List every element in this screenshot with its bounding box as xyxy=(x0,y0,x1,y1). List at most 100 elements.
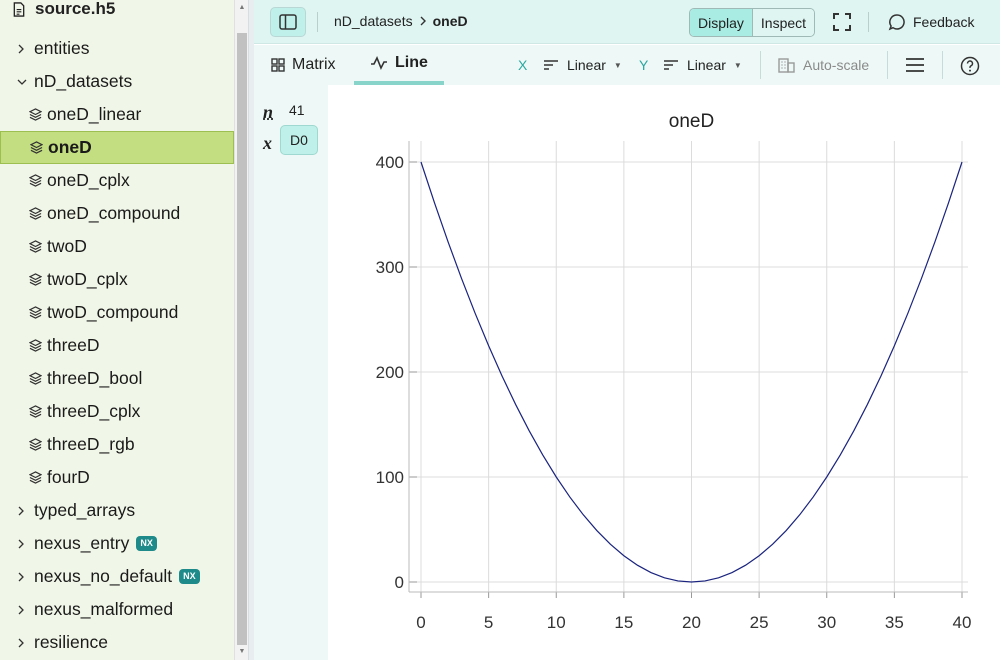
tree-dataset-item[interactable]: oneD_linear xyxy=(0,98,234,131)
x-tick-label: 30 xyxy=(817,613,836,632)
tree-item-label: nD_datasets xyxy=(34,71,133,91)
toolbar-divider xyxy=(887,51,888,79)
tree-dataset-item[interactable]: oneD xyxy=(0,131,234,164)
breadcrumb: nD_datasets oneD xyxy=(334,13,468,29)
tab-line-label: Line xyxy=(395,54,428,71)
line-plot[interactable]: 0 5 10 15 20 25 30 35 40 0 100 200 300 400 oneD xyxy=(328,85,1000,660)
nexus-badge: NX xyxy=(136,536,157,551)
menu-icon[interactable] xyxy=(905,56,925,74)
tree-dataset-item[interactable]: oneD_compound xyxy=(0,197,234,230)
x-tick-label: 25 xyxy=(750,613,769,632)
y-tick-label: 400 xyxy=(376,153,404,172)
nexus-badge: NX xyxy=(179,569,200,584)
tree-item-label: threeD_cplx xyxy=(47,401,141,421)
tree-item-label: twoD xyxy=(47,236,87,256)
y-scale-select[interactable]: Linear ▼ xyxy=(663,57,742,73)
tree-group-item[interactable]: nexus_entry NX xyxy=(0,527,234,560)
tab-line[interactable]: Line xyxy=(354,45,444,85)
building-icon xyxy=(778,58,795,73)
help-icon[interactable] xyxy=(960,56,980,76)
toolbar-divider xyxy=(942,51,943,79)
display-button[interactable]: Display xyxy=(690,9,753,36)
dataset-layers-icon xyxy=(29,438,42,451)
file-header[interactable]: source.h5 xyxy=(0,0,234,17)
tree-dataset-item[interactable]: threeD_rgb xyxy=(0,428,234,461)
chevron-right-icon xyxy=(17,539,29,549)
chart-svg[interactable]: 0 5 10 15 20 25 30 35 400100200300400oneD xyxy=(328,85,1000,660)
tree-item-label: oneD_cplx xyxy=(47,170,130,190)
y-tick-label: 100 xyxy=(376,468,404,487)
file-name: source.h5 xyxy=(35,0,116,18)
topbar-divider xyxy=(868,12,869,32)
tree-item-label: oneD_linear xyxy=(47,104,142,124)
tree-item-label: twoD_compound xyxy=(47,302,179,322)
tree-group-item[interactable]: nexus_no_default NX xyxy=(0,560,234,593)
scroll-down-arrow-icon[interactable]: ▼ xyxy=(238,648,246,656)
tree-dataset-item[interactable]: fourD xyxy=(0,461,234,494)
tree-dataset-item[interactable]: threeD_bool xyxy=(0,362,234,395)
sidebar-toggle-button[interactable] xyxy=(270,7,306,37)
tree-dataset-item[interactable]: threeD_cplx xyxy=(0,395,234,428)
sidebar-scrollbar[interactable]: ▲ ▼ xyxy=(234,0,248,660)
dataset-layers-icon xyxy=(29,207,42,220)
dataset-layers-icon xyxy=(29,174,42,187)
tree-dataset-item[interactable]: twoD_compound xyxy=(0,296,234,329)
chevron-right-icon xyxy=(420,16,426,26)
x-scale-select[interactable]: Linear ▼ xyxy=(543,57,622,73)
tree-dataset-item[interactable]: threeD xyxy=(0,329,234,362)
breadcrumb-parent[interactable]: nD_datasets xyxy=(334,13,413,29)
autoscale-toggle[interactable]: Auto-scale xyxy=(778,57,869,73)
dataset-layers-icon xyxy=(29,306,42,319)
tree-group-item[interactable]: nD_datasets xyxy=(0,65,234,98)
y-tick-label: 200 xyxy=(376,363,404,382)
grid-icon xyxy=(271,58,285,72)
tab-matrix[interactable]: Matrix xyxy=(271,45,355,85)
inspect-button[interactable]: Inspect xyxy=(752,9,815,36)
toolbar-divider xyxy=(760,51,761,79)
tree-dataset-item[interactable]: twoD xyxy=(0,230,234,263)
tree-group-item[interactable]: nexus_malformed xyxy=(0,593,234,626)
x-scale-value: Linear xyxy=(567,57,606,73)
dim-x-button[interactable]: D0 xyxy=(280,125,318,155)
tree-dataset-item[interactable]: twoD_cplx xyxy=(0,263,234,296)
plot-area xyxy=(409,141,968,592)
x-tick-label: 20 xyxy=(682,613,701,632)
autoscale-label: Auto-scale xyxy=(803,57,870,73)
fullscreen-icon[interactable] xyxy=(832,12,852,32)
tree-group-item[interactable]: resilience xyxy=(0,626,234,659)
feedback-button[interactable]: Feedback xyxy=(888,13,974,31)
tree-item-label: nexus_malformed xyxy=(34,599,174,619)
dataset-layers-icon xyxy=(29,273,42,286)
x-tick-label: 40 xyxy=(953,613,972,632)
scroll-up-arrow-icon[interactable]: ▲ xyxy=(238,4,246,12)
tab-matrix-label: Matrix xyxy=(292,56,336,73)
tree-item-label: nexus_no_default xyxy=(34,566,173,586)
x-axis-label: X xyxy=(518,57,528,73)
dataset-layers-icon xyxy=(29,372,42,385)
caret-down-icon: ▼ xyxy=(733,60,742,70)
tree-group-item[interactable]: typed_arrays xyxy=(0,494,234,527)
chevron-right-icon xyxy=(17,44,29,54)
scroll-thumb[interactable] xyxy=(237,33,247,645)
tree-item-label: threeD xyxy=(47,335,100,355)
tree-dataset-item[interactable]: oneD_cplx xyxy=(0,164,234,197)
dim-n-value: 41 xyxy=(289,102,305,118)
mode-toggle-group: Display Inspect xyxy=(689,8,816,37)
chevron-down-icon xyxy=(17,78,29,86)
topbar-divider xyxy=(317,12,318,32)
tree-item-label: entities xyxy=(34,38,90,58)
feedback-label: Feedback xyxy=(913,14,975,30)
tree-item-label: resilience xyxy=(34,632,108,652)
dataset-layers-icon xyxy=(29,405,42,418)
tree-item-label: twoD_cplx xyxy=(47,269,128,289)
x-tick-label: 15 xyxy=(614,613,633,632)
chevron-right-icon xyxy=(17,638,29,648)
tree-item-label: threeD_rgb xyxy=(47,434,135,454)
line-chart-icon xyxy=(371,56,387,70)
dataset-layers-icon xyxy=(29,240,42,253)
x-tick-label: 0 xyxy=(416,613,425,632)
tree-group-item[interactable]: entities xyxy=(0,32,234,65)
x-tick-label: 5 xyxy=(484,613,493,632)
sort-icon xyxy=(664,60,678,70)
dimension-mapper: n 41 x D0 xyxy=(254,85,328,660)
